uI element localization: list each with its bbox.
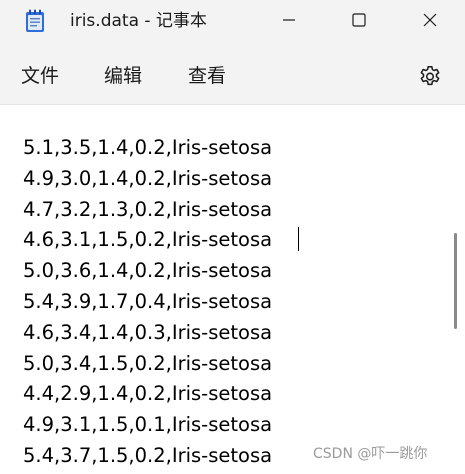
maximize-button[interactable] xyxy=(336,0,382,40)
menu-bar: 文件 编辑 查看 xyxy=(0,48,465,104)
text-content: 5.1,3.5,1.4,0.2,Iris-setosa 4.9,3.0,1.4,… xyxy=(23,133,272,472)
notepad-window: iris.data - 记事本 文件 编辑 查看 5.1,3.5,1.4,0.2… xyxy=(0,0,465,474)
text-line: 5.0,3.4,1.5,0.2,Iris-setosa xyxy=(23,351,273,375)
watermark: CSDN @吓一跳你 xyxy=(313,446,428,462)
text-line: 4.6,3.4,1.4,0.3,Iris-setosa xyxy=(23,320,273,344)
text-caret xyxy=(298,227,299,251)
menu-file[interactable]: 文件 xyxy=(21,62,59,90)
text-line: 5.1,3.5,1.4,0.2,Iris-setosa xyxy=(23,136,273,159)
maximize-icon xyxy=(352,13,366,27)
text-editor[interactable]: 5.1,3.5,1.4,0.2,Iris-setosa 4.9,3.0,1.4,… xyxy=(0,104,465,474)
menu-view[interactable]: 查看 xyxy=(188,62,226,90)
text-line: 4.9,3.1,1.5,0.1,Iris-setosa xyxy=(23,413,273,437)
close-icon xyxy=(423,13,437,27)
close-button[interactable] xyxy=(407,0,453,40)
menu-edit[interactable]: 编辑 xyxy=(104,62,142,90)
minimize-icon xyxy=(283,19,295,21)
text-line: 5.4,3.7,1.5,0.2,Iris-setosa xyxy=(23,443,273,467)
vertical-scrollbar[interactable] xyxy=(454,233,457,329)
text-line: 4.4,2.9,1.4,0.2,Iris-setosa xyxy=(23,382,273,406)
text-line: 5.4,3.9,1.7,0.4,Iris-setosa xyxy=(23,289,273,313)
text-line: 4.7,3.2,1.3,0.2,Iris-setosa xyxy=(23,197,273,221)
minimize-button[interactable] xyxy=(266,0,312,40)
gear-icon[interactable] xyxy=(417,64,443,90)
window-title: iris.data - 记事本 xyxy=(70,11,207,31)
title-bar[interactable]: iris.data - 记事本 xyxy=(0,0,465,40)
text-line: 4.6,3.1,1.5,0.2,Iris-setosa xyxy=(23,228,273,252)
notepad-icon xyxy=(26,9,44,32)
text-line: 4.9,3.0,1.4,0.2,Iris-setosa xyxy=(23,166,273,190)
text-line: 5.0,3.6,1.4,0.2,Iris-setosa xyxy=(23,259,273,283)
